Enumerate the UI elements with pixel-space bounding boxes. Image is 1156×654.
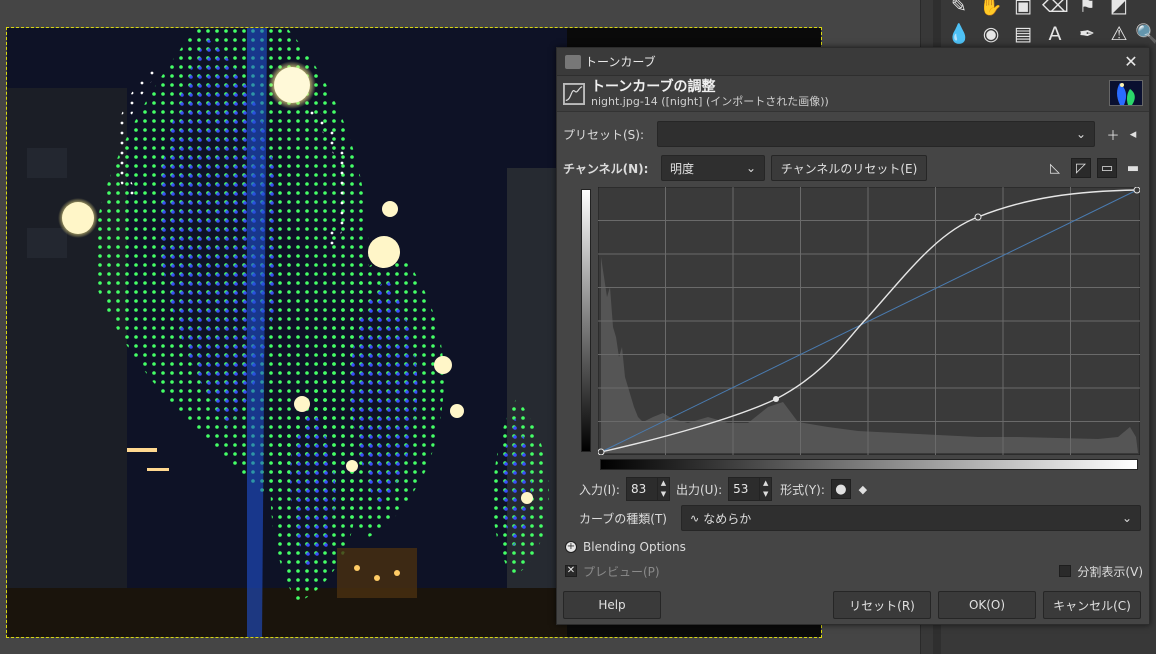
perspective-tool-icon[interactable]: ◩ <box>1106 0 1132 18</box>
input-spinner[interactable]: 83 ▲ ▼ <box>625 477 670 501</box>
help-button[interactable]: Help <box>563 591 661 619</box>
curves-icon <box>563 82 585 105</box>
type-label: 形式(Y): <box>780 482 825 497</box>
preset-row: プリセット(S): ⌄ ＋ ◂ <box>563 120 1143 148</box>
linear-histogram-icon[interactable]: ◺ <box>1045 158 1065 178</box>
input-output-row: 入力(I): 83 ▲ ▼ 出力(U): 53 ▲ ▼ 形式(Y): ● ◆ <box>579 476 1143 502</box>
curve-type-label: カーブの種類(T) <box>579 511 667 526</box>
curve-type-value: なめらか <box>703 511 752 526</box>
curve-point-upper[interactable] <box>974 213 982 221</box>
plus-icon[interactable]: ＋ <box>1103 124 1123 144</box>
toolbox: ✎ ✋ ▣ ⌫ ⚑ ◩ 💧 ◉ ▤ A ✒ ⚠ 🔍 <box>938 0 1156 52</box>
split-view-checkbox[interactable] <box>1059 565 1072 577</box>
dialog-titlebar[interactable]: トーンカーブ ✕ <box>557 48 1149 76</box>
dialog-window-title: トーンカーブ <box>585 55 656 69</box>
circle-point-icon[interactable]: ● <box>830 479 851 499</box>
curve-type-row: カーブの種類(T) ∿ なめらか ⌄ <box>579 504 1143 532</box>
expand-plus-icon[interactable]: + <box>565 541 577 553</box>
curve-point-start[interactable] <box>598 448 605 455</box>
output-gradient-bar <box>581 189 591 452</box>
diamond-point-icon[interactable]: ◆ <box>853 479 873 499</box>
channel-value: 明度 <box>670 161 695 176</box>
histogram-view-icon[interactable]: ▭ <box>1097 158 1117 178</box>
ink-drop-tool-icon[interactable]: 💧 <box>946 22 972 46</box>
preview-row: ✕ プレビュー(P) 分割表示(V) <box>565 562 1143 580</box>
chevron-down-icon: ⌄ <box>1075 127 1086 141</box>
spinner-arrows-icon[interactable]: ▲ ▼ <box>656 478 669 500</box>
output-value[interactable]: 53 <box>729 482 759 496</box>
hand-tool-icon[interactable]: ✋ <box>978 0 1004 18</box>
warp-tool-icon[interactable]: ⚑ <box>1074 0 1100 18</box>
image-subtitle: night.jpg-14 ([night] (インポートされた画像)) <box>591 95 829 108</box>
channel-row: チャンネル(N): 明度 ⌄ チャンネルのリセット(E) ◺ ◸ ▭ ▬ <box>563 154 1143 182</box>
channel-label: チャンネル(N): <box>563 161 649 176</box>
input-label: 入力(I): <box>579 482 620 497</box>
preview-label[interactable]: プレビュー(P) <box>583 563 660 580</box>
eraser-tool-icon[interactable]: ⌫ <box>1042 0 1069 18</box>
preview-checkbox[interactable]: ✕ <box>565 565 577 577</box>
menu-icon[interactable]: ◂ <box>1123 124 1143 144</box>
curve-graph[interactable] <box>598 187 1140 455</box>
gimp-app-icon <box>565 54 581 69</box>
gimp-window: ✎ ✋ ▣ ⌫ ⚑ ◩ 💧 ◉ ▤ A ✒ ⚠ 🔍 トーンカーブ ✕ トーンカー… <box>0 0 1156 654</box>
blend-tool-icon[interactable]: ▤ <box>1010 22 1036 46</box>
split-view-label[interactable]: 分割表示(V) <box>1077 563 1143 580</box>
curves-dialog: トーンカーブ ✕ トーンカーブの調整 night.jpg-14 ([night]… <box>556 47 1150 625</box>
dialog-header: トーンカーブの調整 night.jpg-14 ([night] (インポートされ… <box>557 76 1149 112</box>
chevron-down-icon: ⌄ <box>745 161 756 175</box>
text-tool-icon[interactable]: A <box>1042 22 1068 46</box>
chevron-down-icon: ⌄ <box>1121 511 1132 525</box>
channel-combo[interactable]: 明度 ⌄ <box>661 155 765 181</box>
stamp-tool-icon[interactable]: ▣ <box>1010 0 1036 18</box>
measure-tool-icon[interactable]: ⚠ <box>1106 22 1132 46</box>
smooth-curve-icon: ∿ <box>690 511 700 525</box>
input-value[interactable]: 83 <box>627 482 657 496</box>
smudge-tool-icon[interactable]: ✎ <box>946 0 972 18</box>
ok-button[interactable]: OK(O) <box>938 591 1036 619</box>
curve-point-end[interactable] <box>1133 187 1140 194</box>
color-picker-tool-icon[interactable]: ✒ <box>1074 22 1100 46</box>
reset-button[interactable]: リセット(R) <box>833 591 931 619</box>
curve-type-combo[interactable]: ∿ なめらか ⌄ <box>681 505 1141 531</box>
image-thumbnail <box>1109 80 1143 106</box>
zoom-tool-icon[interactable]: 🔍 <box>1134 22 1156 46</box>
bucket-tool-icon[interactable]: ◉ <box>978 22 1004 46</box>
blending-options-label[interactable]: Blending Options <box>583 540 686 554</box>
histogram-view-alt-icon[interactable]: ▬ <box>1123 158 1143 178</box>
preset-label: プリセット(S): <box>563 127 645 142</box>
cancel-button[interactable]: キャンセル(C) <box>1043 591 1141 619</box>
channel-reset-button[interactable]: チャンネルのリセット(E) <box>771 155 927 181</box>
blending-options-row[interactable]: + Blending Options <box>565 538 1143 556</box>
dialog-heading: トーンカーブの調整 <box>591 79 716 95</box>
output-label: 出力(U): <box>675 482 723 497</box>
curve-point-selected[interactable] <box>773 396 779 402</box>
input-gradient-bar <box>600 459 1138 470</box>
output-spinner[interactable]: 53 ▲ ▼ <box>728 477 773 501</box>
spinner-arrows-icon[interactable]: ▲ ▼ <box>759 478 771 500</box>
close-icon[interactable]: ✕ <box>1121 52 1141 72</box>
preset-combo[interactable]: ⌄ <box>657 121 1095 147</box>
log-histogram-icon[interactable]: ◸ <box>1071 158 1091 178</box>
